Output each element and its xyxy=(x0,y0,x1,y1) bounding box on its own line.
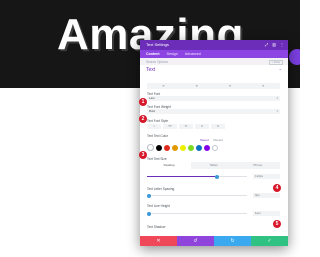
spacing-slider-handle[interactable] xyxy=(147,193,151,198)
tab-advanced[interactable]: Advanced xyxy=(185,52,201,56)
align-center-icon[interactable]: ≡ xyxy=(196,84,198,88)
save-button[interactable]: ✓ xyxy=(251,236,288,246)
spacing-value-field[interactable]: 0px xyxy=(253,193,280,198)
callout-4: 4 xyxy=(273,184,281,192)
weight-value: Bold xyxy=(149,109,156,113)
chevron-down-icon: ▾ xyxy=(276,96,278,100)
redo-button[interactable]: ↻ xyxy=(214,236,251,246)
settings-dot[interactable] xyxy=(289,49,300,65)
modal-title: Text Settings xyxy=(146,42,169,47)
size-slider-handle[interactable] xyxy=(215,174,219,179)
spacing-slider[interactable] xyxy=(147,193,247,198)
chevron-up-icon[interactable]: ⌃ xyxy=(279,68,282,73)
font-value: Lato xyxy=(149,96,155,100)
lineheight-slider[interactable] xyxy=(147,211,247,216)
swatch-purple[interactable] xyxy=(204,144,210,151)
search-input[interactable]: Search Options xyxy=(146,60,168,64)
weight-select[interactable]: Bold ▾ xyxy=(147,109,280,114)
section-title[interactable]: Text xyxy=(146,67,155,73)
color-swatches xyxy=(147,144,218,151)
cancel-button[interactable]: ✕ xyxy=(140,236,177,246)
swatch-black[interactable] xyxy=(156,144,162,151)
callout-3: 3 xyxy=(139,151,147,159)
modal-tabs: Content Design Advanced xyxy=(140,50,288,58)
swatch-red[interactable] xyxy=(164,144,170,151)
lineheight-label: Text Line Height xyxy=(147,204,170,208)
stage: Amazing Text Settings ⤢ ▥ ⋮ Content Desi… xyxy=(0,0,300,257)
color-tabs: Saved Recent xyxy=(200,138,223,142)
swatch-blue[interactable] xyxy=(196,144,202,151)
align-justify-icon[interactable]: ≡ xyxy=(262,84,264,88)
size-label: Text Text Size xyxy=(147,157,167,161)
chevron-down-icon: ▾ xyxy=(276,109,278,113)
tab-tablet[interactable]: Tablet xyxy=(191,162,235,169)
swatch-yellow[interactable] xyxy=(180,144,186,151)
swatch-add[interactable] xyxy=(212,144,218,151)
callout-5: 5 xyxy=(273,220,281,228)
capitalize-button[interactable]: Tt xyxy=(179,124,193,129)
text-alignment-row: ≡ ≡ ≡ ≡ xyxy=(147,83,280,89)
color-picker-button[interactable] xyxy=(147,144,154,151)
shadow-label: Text Shadow xyxy=(147,225,166,229)
more-icon[interactable]: ⋮ xyxy=(280,40,284,50)
tab-desktop[interactable]: Desktop xyxy=(147,162,192,169)
columns-icon[interactable]: ▥ xyxy=(272,40,276,50)
swatch-orange[interactable] xyxy=(172,144,178,151)
italic-button[interactable]: I xyxy=(147,124,161,129)
undo-icon: ↺ xyxy=(193,238,198,244)
tab-phone[interactable]: Phone xyxy=(236,162,280,169)
check-icon: ✓ xyxy=(267,238,272,244)
modal-body: Text ⌃ ≡ ≡ ≡ ≡ Text Font Lato ▾ Text Fon… xyxy=(140,65,288,236)
uppercase-button[interactable]: TT xyxy=(163,124,177,129)
align-right-icon[interactable]: ≡ xyxy=(229,84,231,88)
header-actions: ⤢ ▥ ⋮ xyxy=(265,40,284,50)
callout-2: 2 xyxy=(139,115,147,123)
callout-1: 1 xyxy=(139,98,147,106)
style-label: Text Font Style xyxy=(147,119,169,123)
text-settings-modal: Text Settings ⤢ ▥ ⋮ Content Design Advan… xyxy=(140,40,288,246)
tab-content[interactable]: Content xyxy=(146,52,160,56)
tab-recent[interactable]: Recent xyxy=(214,138,224,142)
device-tabs: Desktop Tablet Phone xyxy=(147,162,280,169)
lineheight-value-field[interactable]: 1em xyxy=(253,211,280,216)
strikethrough-button[interactable]: S xyxy=(211,124,225,129)
swatch-green[interactable] xyxy=(188,144,194,151)
search-bar[interactable]: Search Options + Filter xyxy=(140,58,288,66)
spacing-label: Text Letter Spacing xyxy=(147,187,175,191)
color-label: Text Text Color xyxy=(147,134,169,138)
size-slider[interactable] xyxy=(147,174,247,179)
redo-icon: ↻ xyxy=(230,238,235,244)
lineheight-slider-handle[interactable] xyxy=(147,211,151,216)
align-left-icon[interactable]: ≡ xyxy=(163,84,165,88)
font-select[interactable]: Lato ▾ xyxy=(147,96,280,101)
close-icon: ✕ xyxy=(156,238,161,244)
expand-icon[interactable]: ⤢ xyxy=(265,40,268,50)
underline-button[interactable]: U xyxy=(195,124,209,129)
size-slider-fill xyxy=(147,176,217,177)
undo-button[interactable]: ↺ xyxy=(177,236,214,246)
size-value-field[interactable]: 114px xyxy=(253,174,280,179)
modal-header: Text Settings ⤢ ▥ ⋮ xyxy=(140,40,288,50)
font-style-buttons: I TT Tt U S xyxy=(147,124,280,130)
tab-design[interactable]: Design xyxy=(167,52,178,56)
tab-saved[interactable]: Saved xyxy=(200,138,209,142)
modal-footer: ✕ ↺ ↻ ✓ xyxy=(140,236,288,246)
